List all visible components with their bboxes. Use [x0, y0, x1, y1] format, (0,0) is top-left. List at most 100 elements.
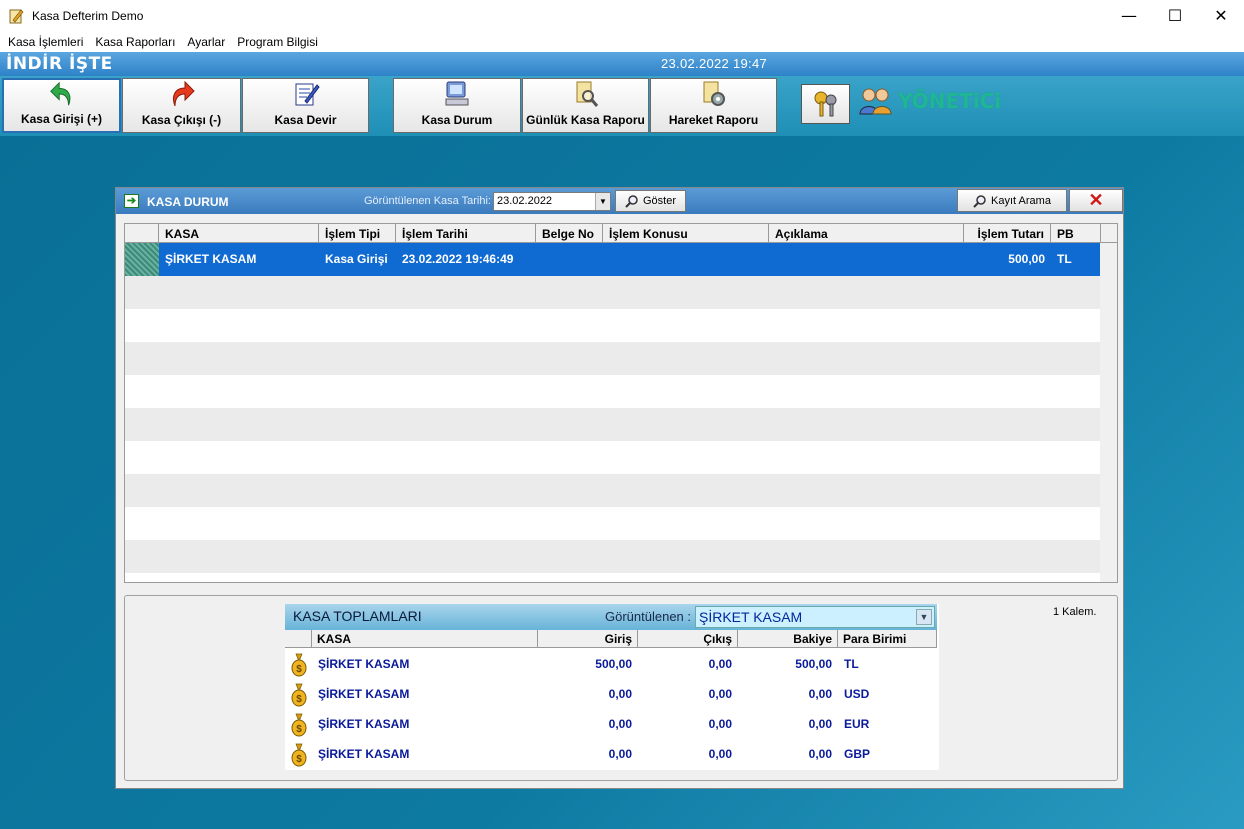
svg-text:$: $	[296, 754, 302, 765]
trow-kasa: ŞİRKET KASAM	[318, 717, 410, 731]
empty-row	[125, 441, 1117, 474]
goster-button[interactable]: Göster	[615, 190, 686, 212]
money-bag-icon: $	[291, 653, 307, 677]
empty-row	[125, 540, 1117, 573]
kasa-devir-button[interactable]: Kasa Devir	[242, 78, 369, 133]
col-kasa[interactable]: KASA	[159, 224, 319, 243]
cell-pb: TL	[1057, 252, 1072, 266]
trow-giris: 0,00	[608, 747, 632, 761]
trow-kasa: ŞİRKET KASAM	[318, 657, 410, 671]
menu-ayarlar[interactable]: Ayarlar	[181, 35, 231, 49]
menu-program-bilgisi[interactable]: Program Bilgisi	[231, 35, 324, 49]
kasa-select[interactable]: ŞİRKET KASAM ▼	[695, 606, 935, 628]
chevron-down-icon[interactable]: ▼	[916, 609, 932, 625]
user-indicator: YÖNETiCi	[858, 86, 1001, 116]
kasa-cikisi-button[interactable]: Kasa Çıkışı (-)	[122, 78, 241, 133]
empty-row	[125, 309, 1117, 342]
goster-label: Göster	[642, 195, 676, 207]
col-islem-tipi[interactable]: İşlem Tipi	[319, 224, 396, 243]
empty-row	[125, 375, 1117, 408]
kasa-devir-label: Kasa Devir	[274, 113, 337, 127]
menu-kasa-islemleri[interactable]: Kasa İşlemleri	[2, 35, 89, 49]
gunluk-rapor-label: Günlük Kasa Raporu	[526, 113, 645, 127]
empty-row	[125, 474, 1117, 507]
trow-pb: USD	[844, 687, 870, 701]
totals-row[interactable]: $ ŞİRKET KASAM 0,00 0,00 0,00 GBP	[285, 739, 937, 769]
svg-text:$: $	[296, 724, 302, 735]
col-aciklama[interactable]: Açıklama	[769, 224, 964, 243]
col-islem-konusu[interactable]: İşlem Konusu	[603, 224, 769, 243]
col-pb[interactable]: PB	[1051, 224, 1101, 243]
app-header: İNDİR İŞTE 23.02.2022 19:47	[0, 52, 1244, 76]
close-panel-button[interactable]: ✕	[1069, 189, 1123, 212]
trow-giris: 0,00	[608, 717, 632, 731]
col-islem-tutari[interactable]: İşlem Tutarı	[964, 224, 1051, 243]
vertical-scrollbar[interactable]	[1100, 243, 1117, 582]
tools-button[interactable]	[801, 84, 850, 124]
trow-cikis: 0,00	[708, 687, 732, 701]
totals-row[interactable]: $ ŞİRKET KASAM 500,00 0,00 500,00 TL	[285, 649, 937, 679]
totals-header: KASA TOPLAMLARI Görüntülenen : ŞİRKET KA…	[285, 604, 937, 630]
trow-cikis: 0,00	[708, 747, 732, 761]
notebook-icon	[9, 9, 24, 23]
trow-pb: TL	[844, 657, 859, 671]
empty-row	[125, 276, 1117, 309]
tcol-giris: Giriş	[538, 630, 638, 648]
totals-row[interactable]: $ ŞİRKET KASAM 0,00 0,00 0,00 EUR	[285, 709, 937, 739]
kasa-girisi-button[interactable]: Kasa Girişi (+)	[2, 78, 121, 133]
hareket-rapor-label: Hareket Raporu	[668, 113, 759, 127]
users-icon	[859, 88, 892, 115]
grid-indicator-header	[125, 224, 159, 243]
cell-aciklama	[769, 243, 781, 276]
totals-title: KASA TOPLAMLARI	[293, 608, 422, 624]
empty-row	[125, 507, 1117, 540]
report-search-icon	[576, 81, 598, 107]
return-arrow-icon	[49, 81, 70, 106]
panel-title: KASA DURUM	[147, 195, 229, 209]
window-titlebar: Kasa Defterim Demo — ☐ ✕	[0, 0, 1244, 31]
tcol-kasa: KASA	[312, 630, 538, 648]
cell-islem-tutari: 500,00	[1008, 252, 1045, 266]
kasa-durum-panel: ➔ KASA DURUM Görüntülenen Kasa Tarihi: 2…	[115, 187, 1124, 789]
brand-title: İNDİR İŞTE	[6, 54, 113, 74]
date-picker[interactable]: 23.02.2022 ▼	[493, 192, 611, 211]
col-belge-no[interactable]: Belge No	[536, 224, 603, 243]
kayit-arama-button[interactable]: Kayıt Arama	[957, 189, 1067, 212]
trow-kasa: ŞİRKET KASAM	[318, 687, 410, 701]
kasa-select-value: ŞİRKET KASAM	[699, 609, 803, 625]
item-count: 1 Kalem.	[1053, 606, 1097, 618]
trow-giris: 0,00	[608, 687, 632, 701]
trow-bakiye: 0,00	[808, 687, 832, 701]
row-selector[interactable]	[125, 243, 159, 276]
computer-icon	[445, 81, 469, 106]
arrow-right-icon: ➔	[124, 194, 139, 208]
close-window-button[interactable]: ✕	[1198, 0, 1244, 31]
money-bag-icon: $	[291, 683, 307, 707]
tcol-bakiye: Bakiye	[738, 630, 838, 648]
cell-belge-no	[536, 243, 548, 276]
current-datetime: 23.02.2022 19:47	[661, 56, 768, 71]
maximize-button[interactable]: ☐	[1152, 0, 1198, 31]
money-bag-icon: $	[291, 743, 307, 767]
dropdown-arrow-icon[interactable]: ▼	[595, 193, 610, 210]
trow-pb: GBP	[844, 747, 871, 761]
cell-kasa: ŞİRKET KASAM	[165, 252, 257, 266]
table-row[interactable]: ŞİRKET KASAM Kasa Girişi 23.02.2022 19:4…	[125, 243, 1101, 276]
empty-row	[125, 342, 1117, 375]
totals-columns: KASA Giriş Çıkış Bakiye Para Birimi	[285, 630, 937, 648]
kasa-durum-button[interactable]: Kasa Durum	[393, 78, 521, 133]
transactions-grid: KASA İşlem Tipi İşlem Tarihi Belge No İş…	[124, 223, 1118, 583]
trow-bakiye: 0,00	[808, 747, 832, 761]
kasa-cikisi-label: Kasa Çıkışı (-)	[141, 113, 222, 127]
search-icon	[625, 195, 638, 208]
minimize-button[interactable]: —	[1106, 0, 1152, 31]
gunluk-rapor-button[interactable]: Günlük Kasa Raporu	[522, 78, 649, 133]
col-islem-tarihi[interactable]: İşlem Tarihi	[396, 224, 536, 243]
money-bag-icon: $	[291, 713, 307, 737]
totals-panel: KASA TOPLAMLARI Görüntülenen : ŞİRKET KA…	[285, 604, 939, 770]
menu-kasa-raporlari[interactable]: Kasa Raporları	[89, 35, 181, 49]
window-title: Kasa Defterim Demo	[32, 8, 144, 23]
totals-row[interactable]: $ ŞİRKET KASAM 0,00 0,00 0,00 USD	[285, 679, 937, 709]
date-label: Görüntülenen Kasa Tarihi:	[364, 195, 491, 207]
hareket-rapor-button[interactable]: Hareket Raporu	[650, 78, 777, 133]
